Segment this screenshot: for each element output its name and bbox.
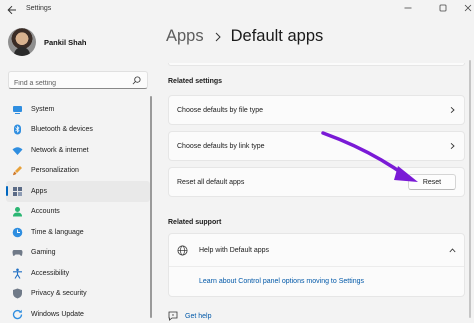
globe-icon [177,245,188,255]
sidebar-item-label: Windows Update [31,310,84,318]
chevron-up-icon[interactable] [449,247,456,254]
sidebar-item-gaming[interactable]: Gaming [6,243,150,264]
reset-default-apps-card: Reset all default apps Reset [168,167,465,197]
user-name: Pankil Shah [44,37,87,47]
sidebar-item-label: System [31,105,55,113]
card-label: Choose defaults by file type [177,106,263,114]
wifi-icon [12,145,23,156]
maximize-icon [439,4,447,12]
chevron-right-icon [450,106,455,114]
search-input[interactable] [9,75,124,92]
shield-icon [12,288,23,299]
sidebar-item-label: Apps [31,187,47,195]
sidebar-nav: System Bluetooth & devices Network & int… [6,99,150,323]
main-scrollbar[interactable] [469,60,471,318]
help-expander-header[interactable]: Help with Default apps [169,234,464,267]
breadcrumb: Apps Default apps [166,27,323,46]
close-button[interactable] [456,0,474,16]
get-help-label: Get help [185,312,212,320]
sidebar-scrollbar[interactable] [150,96,152,318]
chevron-right-icon [450,142,455,150]
sidebar-item-label: Accessibility [31,269,70,277]
avatar [8,28,36,56]
app-title: Settings [26,5,52,12]
brush-icon [12,165,23,176]
maximize-button[interactable] [431,0,455,16]
sidebar-item-bluetooth-devices[interactable]: Bluetooth & devices [6,120,150,141]
chevron-right-icon [214,32,222,42]
apps-icon [12,186,23,197]
accessibility-icon [12,268,23,279]
sidebar-item-system[interactable]: System [6,99,150,120]
sidebar-item-label: Network & internet [31,146,89,154]
card-label: Choose defaults by link type [177,142,265,150]
help-link[interactable]: Learn about Control panel options moving… [199,278,364,285]
defaults-by-file-type-card[interactable]: Choose defaults by file type [168,95,465,125]
help-title: Help with Default apps [199,246,270,254]
help-default-apps-card: Help with Default apps Learn about Contr… [168,233,465,297]
sidebar-item-time-language[interactable]: Time & language [6,222,150,243]
system-icon [12,104,23,115]
minimize-icon [404,7,412,9]
get-help-icon [168,311,178,321]
get-help-link[interactable]: Get help [168,311,211,321]
sidebar-item-label: Gaming [31,249,56,257]
related-support-heading: Related support [168,219,222,226]
search-icon[interactable] [132,76,141,85]
accounts-icon [12,206,23,217]
sidebar-item-label: Bluetooth & devices [31,126,93,134]
sidebar-item-apps[interactable]: Apps [6,181,150,202]
globe-clock-icon [12,227,23,238]
page-title: Default apps [230,27,324,45]
user-profile[interactable]: Pankil Shah [8,28,87,56]
gamepad-icon [12,247,23,258]
close-icon [464,4,472,12]
sidebar-item-label: Accounts [31,208,60,216]
sidebar-item-label: Time & language [31,228,84,236]
defaults-by-link-type-card[interactable]: Choose defaults by link type [168,131,465,161]
related-settings-heading: Related settings [168,78,223,85]
breadcrumb-parent[interactable]: Apps [166,27,204,46]
search-box[interactable] [8,71,148,92]
card-label: Reset all default apps [177,178,245,186]
reset-button[interactable]: Reset [408,174,456,190]
title-bar: Settings [0,0,474,20]
sidebar-item-accessibility[interactable]: Accessibility [6,263,150,284]
sidebar-item-privacy-security[interactable]: Privacy & security [6,284,150,305]
partial-card [168,63,465,66]
sidebar-item-network-internet[interactable]: Network & internet [6,140,150,161]
sidebar-item-windows-update[interactable]: Windows Update [6,304,150,323]
sidebar-item-personalization[interactable]: Personalization [6,161,150,182]
back-button[interactable] [4,3,20,17]
bluetooth-icon [12,124,23,135]
sidebar-item-accounts[interactable]: Accounts [6,202,150,223]
back-arrow-icon [7,5,16,15]
sidebar-item-label: Personalization [31,167,79,175]
minimize-button[interactable] [396,0,420,16]
sidebar-item-label: Privacy & security [31,290,87,298]
update-icon [12,309,23,320]
